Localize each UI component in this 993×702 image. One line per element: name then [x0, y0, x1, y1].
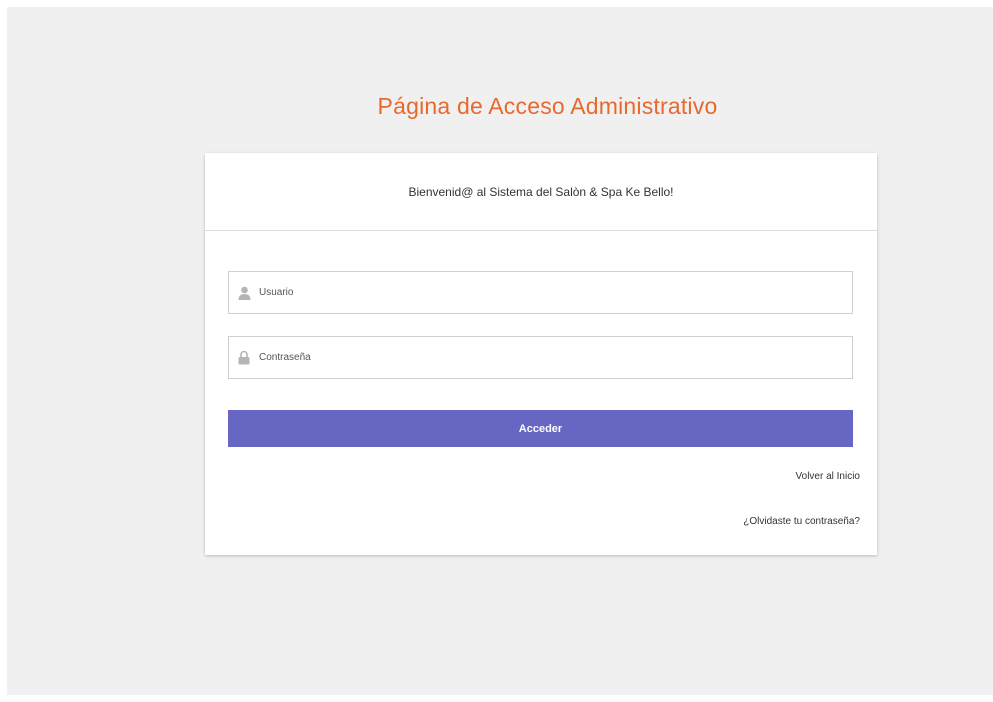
page-background: Página de Acceso Administrativo Bienveni…	[7, 7, 993, 695]
password-input[interactable]	[259, 337, 852, 378]
username-input[interactable]	[259, 272, 852, 313]
user-icon	[237, 285, 251, 301]
username-field[interactable]	[228, 271, 853, 314]
login-button[interactable]: Acceder	[228, 410, 853, 447]
page-title: Página de Acceso Administrativo	[377, 93, 718, 119]
login-card: Bienvenid@ al Sistema del Salòn & Spa Ke…	[205, 153, 877, 555]
password-field[interactable]	[228, 336, 853, 379]
lock-icon	[237, 350, 251, 366]
forgot-password-link[interactable]: ¿Olvidaste tu contraseña?	[743, 516, 860, 527]
back-home-link[interactable]: Volver al Inicio	[796, 471, 860, 482]
welcome-message: Bienvenid@ al Sistema del Salòn & Spa Ke…	[408, 184, 674, 199]
card-header: Bienvenid@ al Sistema del Salòn & Spa Ke…	[205, 153, 877, 231]
